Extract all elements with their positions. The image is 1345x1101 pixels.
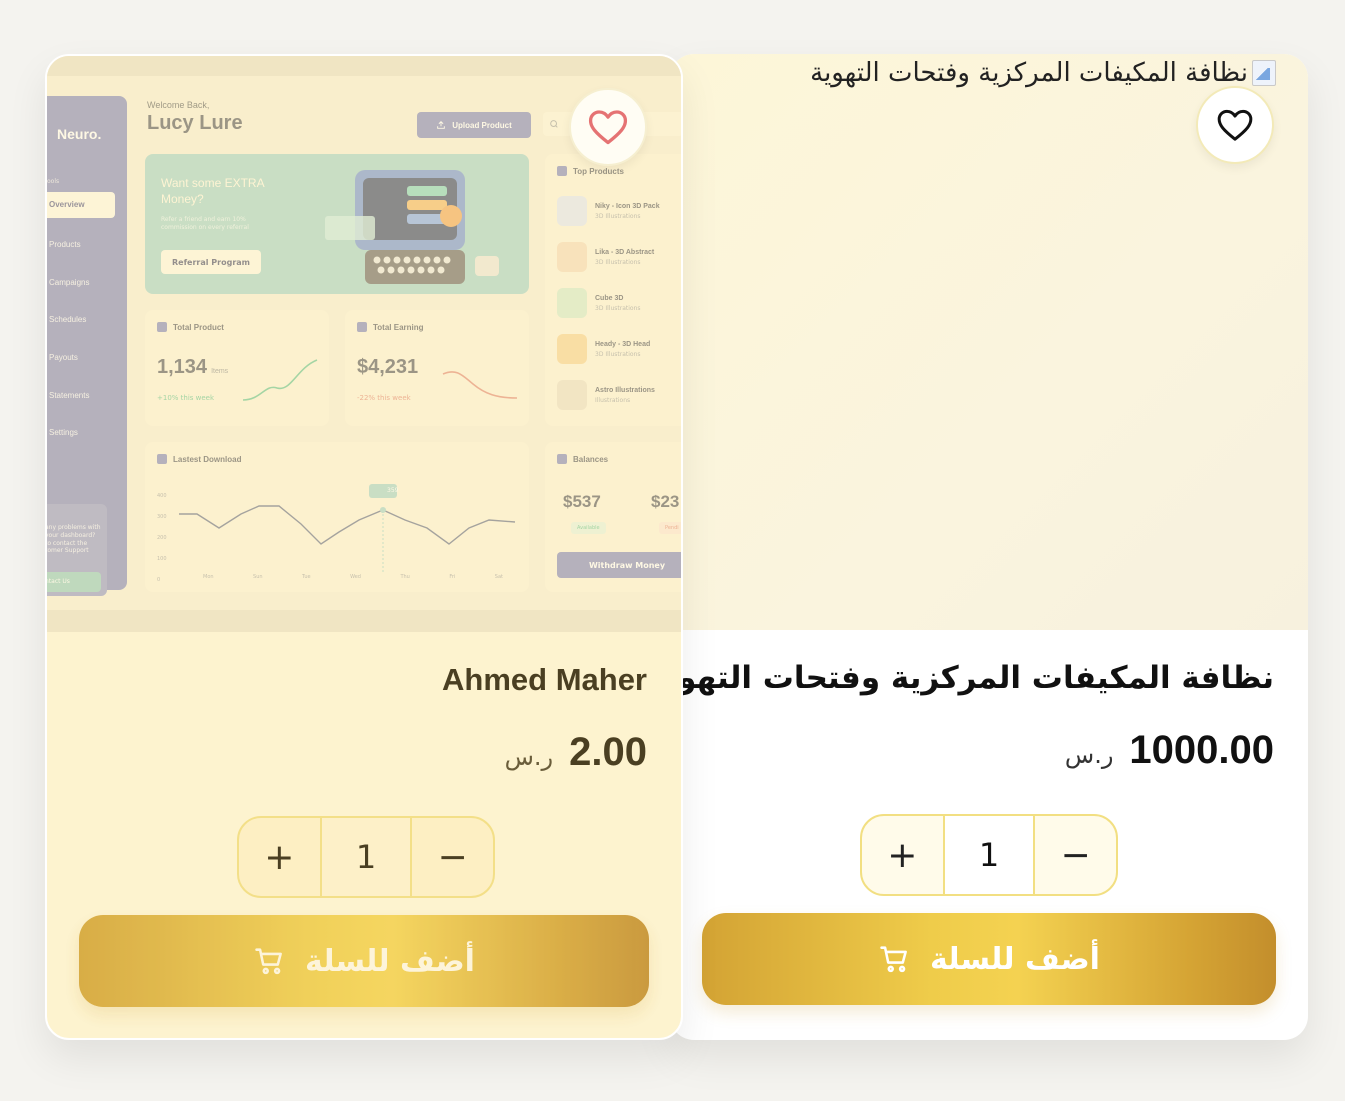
balance-pending-tag: Pendi	[659, 522, 681, 534]
upload-icon	[437, 121, 446, 129]
preview-nav-schedules: Schedules	[49, 315, 87, 324]
panel-square-icon	[357, 322, 367, 332]
preview-nav-overview: Overview	[47, 192, 115, 218]
product-thumbnail	[557, 288, 587, 318]
preview-username: Lucy Lure	[147, 112, 243, 134]
download-y-axis: 400 300 200 100 0	[157, 493, 167, 583]
product-thumbnail	[557, 196, 587, 226]
product-thumbnail	[557, 380, 587, 410]
add-to-cart-button[interactable]: أضف للسلة	[702, 913, 1276, 1005]
quantity-stepper: + 1 −	[237, 816, 495, 898]
preview-total-earning: Total Earning $4,231 -22% this week	[345, 310, 529, 426]
currency-label: ر.س	[1064, 741, 1114, 769]
download-tooltip: 359	[387, 487, 399, 494]
preview-total-product: Total Product 1,134 Items +10% this week	[145, 310, 329, 426]
add-to-cart-label: أضف للسلة	[305, 943, 475, 979]
download-line-chart	[179, 484, 516, 574]
top-product-item: Niky - Icon 3D Pack 3D Illustrations	[557, 196, 660, 226]
total-product-value: 1,134 Items	[157, 356, 229, 378]
preview-nav-products: Products	[49, 240, 81, 249]
panel-square-icon	[157, 322, 167, 332]
increment-button[interactable]: +	[239, 818, 320, 896]
banner-subtitle: Refer a friend and earn 10% commission o…	[161, 216, 249, 232]
balance-pending: $23	[651, 492, 680, 511]
product-card-ac-cleaning[interactable]: نظافة المكيفات المركزية وفتحات التهوية ن…	[670, 54, 1308, 1040]
quantity-stepper: + 1 −	[860, 814, 1118, 896]
add-to-cart-label: أضف للسلة	[930, 941, 1100, 977]
favorite-button[interactable]	[1196, 86, 1274, 164]
add-to-cart-button[interactable]: أضف للسلة	[79, 915, 649, 1007]
price-row: 2.00 ر.س	[505, 730, 647, 775]
product-image-alt: نظافة المكيفات المركزية وفتحات التهوية	[810, 58, 1278, 88]
total-earning-change: -22% this week	[357, 394, 411, 402]
top-product-item: Astro Illustrations Illustrations	[557, 380, 655, 410]
product-image[interactable]: نظافة المكيفات المركزية وفتحات التهوية	[670, 54, 1308, 630]
banner-title: Want some EXTRA Money?	[161, 176, 264, 206]
green-sparkline	[242, 359, 318, 401]
panel-square-icon	[557, 454, 567, 464]
preview-latest-download: Lastest Download 400 300 200 100 0 359 M…	[145, 442, 529, 592]
download-x-axis: Mon Sun Tue Wed Thu Fri Sat	[203, 574, 503, 580]
balance-available-tag: Available	[571, 522, 606, 534]
preview-sidebar: Neuro. ools Overview Products Campaigns …	[47, 96, 127, 596]
withdraw-button: Withdraw Money	[557, 552, 681, 578]
panel-square-icon	[557, 166, 567, 176]
top-product-item: Lika - 3D Abstract 3D Illustrations	[557, 242, 654, 272]
cart-icon	[880, 946, 907, 973]
computer-illustration	[325, 170, 499, 284]
price-row: 1000.00 ر.س	[1065, 728, 1274, 773]
preview-upload-button: Upload Product	[417, 112, 531, 138]
top-product-item: Cube 3D 3D Illustrations	[557, 288, 641, 318]
broken-image-icon	[1248, 58, 1278, 88]
heart-icon	[588, 110, 628, 145]
total-earning-value: $4,231	[357, 356, 419, 378]
preview-balances: Balances $537 Available $23 Pendi Withdr…	[545, 442, 681, 592]
heart-icon	[1217, 109, 1253, 141]
preview-nav-payouts: Payouts	[49, 353, 78, 362]
total-product-change: +10% this week	[157, 394, 215, 402]
increment-button[interactable]: +	[862, 816, 943, 894]
preview-nav-campaigns: Campaigns	[49, 278, 90, 287]
price-value: 1000.00	[1129, 728, 1274, 772]
decrement-button[interactable]: −	[1035, 816, 1116, 894]
top-product-item: Heady - 3D Head 3D Illustrations	[557, 334, 650, 364]
preview-contact-button: ntact Us	[47, 572, 101, 592]
preview-welcome: Welcome Back,	[147, 100, 210, 110]
panel-square-icon	[157, 454, 167, 464]
favorite-button[interactable]	[569, 88, 647, 166]
search-icon	[550, 120, 558, 128]
preview-nav-settings: Settings	[49, 428, 78, 437]
balance-available: $537	[563, 492, 601, 511]
currency-label: ر.س	[504, 743, 554, 771]
preview-nav-statements: Statements	[49, 391, 90, 400]
product-image[interactable]: Neuro. ools Overview Products Campaigns …	[47, 56, 681, 632]
red-sparkline	[442, 371, 518, 399]
preview-referral-banner: Want some EXTRA Money? Refer a friend an…	[145, 154, 529, 294]
preview-logo: Neuro.	[57, 126, 102, 142]
decrement-button[interactable]: −	[412, 818, 493, 896]
preview-top-products: Top Products Niky - Icon 3D Pack 3D Illus…	[545, 154, 681, 426]
cart-icon	[255, 948, 282, 975]
product-thumbnail	[557, 334, 587, 364]
product-thumbnail	[557, 242, 587, 272]
banner-button: Referral Program	[161, 250, 261, 274]
product-title: Ahmed Maher	[442, 662, 647, 697]
quantity-value[interactable]: 1	[942, 816, 1036, 894]
price-value: 2.00	[569, 730, 647, 774]
preview-nav-section: ools	[47, 178, 60, 185]
quantity-value[interactable]: 1	[319, 818, 413, 896]
product-title: نظافة المكيفات المركزية وفتحات التهوية	[670, 660, 1274, 696]
product-card-ahmed-maher[interactable]: Neuro. ools Overview Products Campaigns …	[45, 54, 683, 1040]
